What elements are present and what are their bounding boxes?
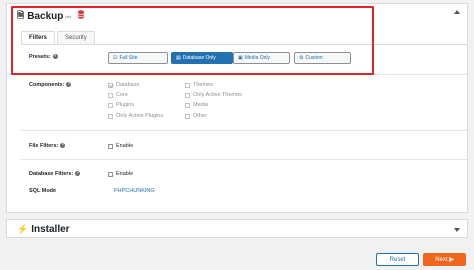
- backup-title-text: Backup: [27, 10, 64, 22]
- checkbox-box: [108, 171, 113, 177]
- checkbox-box: [108, 143, 113, 149]
- presets-label-text: Presets:: [29, 54, 51, 60]
- section-divider: [21, 74, 467, 75]
- file-filters-label-text: File Filters:: [29, 143, 59, 149]
- backup-panel-header[interactable]: 🗎 Backup def: [7, 4, 467, 26]
- component-database-checkbox[interactable]: Database: [108, 82, 140, 88]
- image-icon: ▣: [238, 55, 243, 61]
- checkbox-box: [185, 102, 190, 108]
- checkbox-box: [185, 82, 190, 88]
- file-icon: 🗎: [17, 10, 25, 20]
- backup-tabs: Filters Security: [21, 31, 97, 44]
- database-icon: [78, 10, 84, 19]
- preset-full-site-button[interactable]: ☑ Full Site: [108, 52, 168, 64]
- next-button[interactable]: Next ▶: [423, 253, 466, 266]
- section-divider: [21, 130, 467, 131]
- preset-full-site-label: Full Site: [119, 55, 138, 61]
- component-other-checkbox[interactable]: Other: [185, 113, 207, 119]
- sql-mode-value[interactable]: PHPCHUNKING: [114, 188, 155, 194]
- file-filters-label: File Filters:?: [29, 143, 66, 149]
- collapse-chevron-icon[interactable]: [454, 10, 460, 14]
- expand-chevron-icon[interactable]: [454, 228, 460, 232]
- backup-badge: def: [65, 13, 71, 19]
- file-filters-enable-checkbox[interactable]: Enable: [108, 143, 133, 149]
- component-database-label: Database: [116, 82, 140, 88]
- reset-button[interactable]: Reset: [376, 253, 419, 266]
- help-icon[interactable]: ?: [60, 143, 66, 149]
- component-plugins-label: Plugins: [116, 102, 135, 108]
- checkbox-box: [185, 92, 190, 98]
- tab-security[interactable]: Security: [57, 31, 95, 44]
- component-other-label: Other: [193, 113, 207, 119]
- component-media-label: Media: [193, 102, 208, 108]
- tab-divider: [21, 44, 467, 45]
- help-icon[interactable]: ?: [66, 82, 72, 88]
- sql-mode-label: SQL Mode: [29, 188, 57, 194]
- section-divider: [21, 159, 467, 160]
- installer-title: ⚡ Installer: [17, 224, 70, 235]
- bolt-icon: ⚡: [17, 224, 29, 234]
- help-icon[interactable]: ?: [52, 54, 58, 60]
- component-themes-checkbox[interactable]: Themes: [185, 82, 213, 88]
- database-filters-enable-checkbox[interactable]: Enable: [108, 171, 133, 177]
- file-filters-enable-label: Enable: [116, 143, 134, 149]
- database-filters-enable-label: Enable: [116, 171, 134, 177]
- component-core-checkbox[interactable]: Core: [108, 92, 128, 98]
- database-icon: ▤: [176, 55, 181, 61]
- preset-custom-button[interactable]: ⚙ Custom: [294, 52, 351, 64]
- checkbox-box: [108, 92, 113, 98]
- components-label: Components:?: [29, 82, 72, 88]
- component-themes-label: Themes: [193, 82, 213, 88]
- checkbox-box: [108, 102, 113, 108]
- preset-media-only-button[interactable]: ▣ Media Only: [233, 52, 290, 64]
- checkbox-icon: ☑: [113, 55, 118, 61]
- component-active-themes-label: Only Active Themes: [193, 92, 242, 98]
- database-filters-label: Database Filters:?: [29, 171, 81, 177]
- backup-panel: 🗎 Backup def Filters Security Presets:? …: [6, 3, 468, 213]
- installer-title-text: Installer: [31, 224, 70, 235]
- component-active-plugins-checkbox[interactable]: Only Active Plugins: [108, 113, 163, 119]
- tab-filters[interactable]: Filters: [21, 31, 56, 44]
- preset-custom-label: Custom: [305, 55, 323, 61]
- checkbox-box: [108, 113, 113, 119]
- component-core-label: Core: [116, 92, 128, 98]
- component-active-plugins-label: Only Active Plugins: [116, 113, 164, 119]
- components-label-text: Components:: [29, 82, 65, 88]
- presets-label: Presets:?: [29, 54, 58, 60]
- component-active-themes-checkbox[interactable]: Only Active Themes: [185, 92, 242, 98]
- component-media-checkbox[interactable]: Media: [185, 102, 208, 108]
- gear-icon: ⚙: [299, 55, 304, 61]
- preset-media-only-label: Media Only: [244, 55, 271, 61]
- component-plugins-checkbox[interactable]: Plugins: [108, 102, 134, 108]
- checkbox-box: [108, 82, 113, 88]
- help-icon[interactable]: ?: [75, 171, 81, 177]
- installer-panel[interactable]: ⚡ Installer: [6, 219, 468, 238]
- database-filters-label-text: Database Filters:: [29, 171, 74, 177]
- backup-title: 🗎 Backup def: [17, 8, 71, 24]
- checkbox-box: [185, 113, 190, 119]
- preset-database-only-label: Database Only: [182, 55, 216, 61]
- preset-database-only-button[interactable]: ▤ Database Only: [171, 52, 233, 64]
